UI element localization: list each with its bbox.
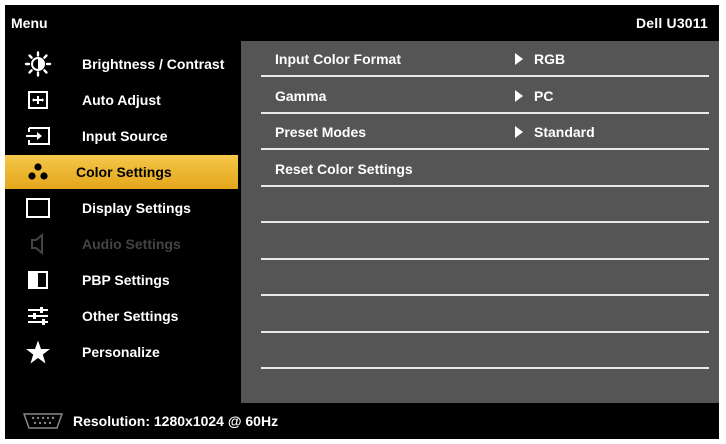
osd-window: Menu Dell U3011 Brightness / Contrast Au…	[5, 5, 719, 439]
arrow-right-icon	[515, 53, 523, 65]
setting-name: Reset Color Settings	[275, 161, 413, 177]
sidebar-menu: Brightness / Contrast Auto Adjust Input …	[5, 41, 241, 403]
arrow-right-icon	[515, 90, 523, 102]
status-bar: Resolution: 1280x1024 @ 60Hz	[5, 403, 719, 439]
resolution-status: Resolution: 1280x1024 @ 60Hz	[73, 413, 279, 429]
menu-label: Personalize	[82, 344, 160, 360]
brightness-icon	[23, 51, 53, 77]
setting-row-reset-color-settings[interactable]: Reset Color Settings	[253, 151, 709, 187]
row-divider	[261, 294, 709, 296]
row-divider	[261, 221, 709, 223]
monitor-model: Dell U3011	[635, 15, 708, 31]
row-divider	[261, 367, 709, 369]
arrow-right-icon	[515, 126, 523, 138]
setting-value: PC	[534, 88, 554, 104]
setting-value: Standard	[534, 124, 595, 140]
setting-row-empty	[253, 333, 709, 369]
menu-label: Other Settings	[82, 308, 179, 324]
menu-item-auto-adjust[interactable]: Auto Adjust	[5, 83, 238, 117]
row-divider	[261, 148, 709, 150]
menu-item-display-settings[interactable]: Display Settings	[5, 191, 238, 225]
color-settings-icon	[23, 159, 53, 185]
menu-item-other-settings[interactable]: Other Settings	[5, 299, 238, 333]
menu-label: Auto Adjust	[82, 92, 161, 108]
speaker-icon	[23, 231, 53, 257]
menu-item-input-source[interactable]: Input Source	[5, 119, 238, 153]
input-source-icon	[23, 123, 53, 149]
setting-name: Gamma	[275, 88, 327, 104]
vga-connector-icon	[21, 412, 65, 430]
auto-adjust-icon	[23, 87, 53, 113]
setting-row-empty	[253, 297, 709, 333]
settings-panel: Input Color Format RGB Gamma PC Preset M…	[241, 41, 719, 403]
menu-label: Color Settings	[76, 164, 172, 180]
menu-label: Brightness / Contrast	[82, 56, 225, 72]
setting-name: Preset Modes	[275, 124, 367, 140]
setting-value: RGB	[534, 51, 566, 67]
header-bar: Menu Dell U3011	[5, 5, 719, 41]
pbp-icon	[23, 267, 53, 293]
menu-item-personalize[interactable]: Personalize	[5, 335, 238, 369]
menu-label: PBP Settings	[82, 272, 170, 288]
setting-row-gamma[interactable]: Gamma PC	[253, 78, 709, 114]
star-icon	[23, 339, 53, 365]
display-settings-icon	[23, 195, 53, 221]
setting-row-empty	[253, 224, 709, 260]
menu-title: Menu	[11, 15, 48, 31]
menu-label: Display Settings	[82, 200, 191, 216]
setting-row-empty	[253, 187, 709, 223]
menu-label: Audio Settings	[82, 236, 181, 252]
menu-item-pbp-settings[interactable]: PBP Settings	[5, 263, 238, 297]
menu-label: Input Source	[82, 128, 168, 144]
menu-item-audio-settings[interactable]: Audio Settings	[5, 227, 238, 261]
setting-row-input-color-format[interactable]: Input Color Format RGB	[253, 41, 709, 77]
setting-row-preset-modes[interactable]: Preset Modes Standard	[253, 114, 709, 150]
sliders-icon	[23, 303, 53, 329]
menu-item-color-settings[interactable]: Color Settings	[5, 155, 238, 189]
setting-row-empty	[253, 260, 709, 296]
setting-name: Input Color Format	[275, 51, 401, 67]
row-divider	[261, 75, 709, 77]
menu-item-brightness-contrast[interactable]: Brightness / Contrast	[5, 47, 238, 81]
